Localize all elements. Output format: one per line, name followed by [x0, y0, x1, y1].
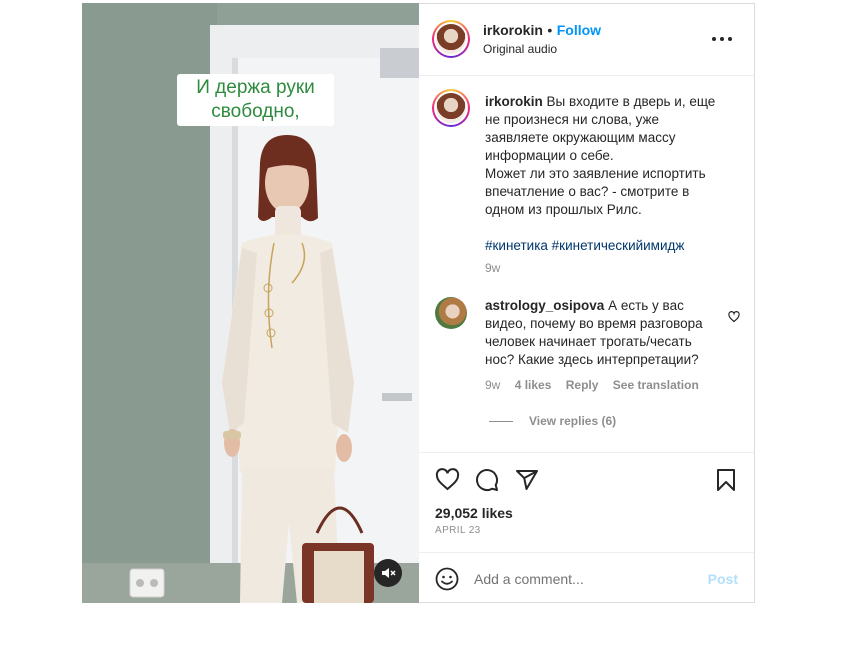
video-caption: И держа руки свободно, — [177, 74, 334, 126]
reel-video[interactable]: И держа руки свободно, — [82, 3, 419, 603]
comment-time: 9w — [485, 378, 501, 392]
likes-count[interactable]: 29,052 likes — [435, 505, 513, 521]
mute-button[interactable] — [374, 559, 402, 587]
caption-text-line: впечатление о вас? - смотрите в — [485, 184, 690, 199]
comment-text-line: А есть у вас — [608, 298, 684, 313]
caption-username[interactable]: irkorokin — [485, 94, 543, 109]
caption-text-line: Вы входите в дверь и, еще — [546, 94, 716, 109]
action-bar: 29,052 likes APRIL 23 — [419, 452, 754, 553]
like-heart-icon[interactable] — [435, 468, 460, 492]
caption-line-2: свободно, — [211, 101, 300, 122]
speaker-muted-icon — [382, 568, 396, 578]
comment-text-line: нос? Какие здесь интерпретации? — [485, 352, 699, 367]
audio-label[interactable]: Original audio — [483, 42, 557, 56]
commenter-avatar[interactable] — [435, 297, 467, 329]
caption-text-line: Может ли это заявление испортить — [485, 166, 706, 181]
caption-avatar[interactable] — [432, 89, 470, 127]
comment-text-line: видео, почему во время разговора — [485, 316, 703, 331]
post-caption: irkorokin Вы входите в дверь и, еще не п… — [485, 93, 721, 277]
add-comment-bar: Post — [419, 552, 754, 605]
follow-button[interactable]: Follow — [557, 22, 601, 38]
comment-text-line: человек начинает трогать/чесать — [485, 334, 692, 349]
comment-like-icon[interactable] — [728, 311, 740, 323]
comment-body: astrology_osipova А есть у вас видео, по… — [485, 297, 721, 394]
save-bookmark-icon[interactable] — [715, 468, 737, 492]
see-translation-button[interactable]: See translation — [613, 378, 699, 392]
caption-text-line: заявляете окружающим массу — [485, 130, 676, 145]
post-panel: irkorokin • Follow Original audio irkoro… — [419, 3, 755, 603]
emoji-icon[interactable] — [435, 567, 459, 591]
post-date[interactable]: APRIL 23 — [435, 525, 481, 536]
caption-text-line: информации о себе. — [485, 148, 614, 163]
share-icon[interactable] — [515, 468, 539, 492]
caption-time: 9w — [485, 261, 501, 275]
caption-line-1: И держа руки — [196, 77, 315, 98]
view-replies-label: View replies (6) — [529, 414, 617, 428]
more-options-button[interactable] — [712, 31, 736, 47]
avatar[interactable] — [432, 20, 470, 58]
hashtag-link[interactable]: #кинетика — [485, 238, 548, 253]
post-comment-button[interactable]: Post — [708, 571, 738, 587]
view-replies-button[interactable]: View replies (6) — [489, 414, 616, 428]
author-username[interactable]: irkorokin — [483, 22, 543, 38]
comment-icon[interactable] — [475, 468, 499, 492]
reply-button[interactable]: Reply — [566, 378, 599, 392]
separator-dot: • — [547, 22, 553, 38]
comments-section: irkorokin Вы входите в дверь и, еще не п… — [419, 76, 754, 452]
hashtag-link[interactable]: #кинетическийимидж — [552, 238, 685, 253]
replies-divider — [489, 421, 513, 423]
caption-text-line: не произнеся ни слова, уже — [485, 112, 660, 127]
comment-input[interactable] — [474, 567, 694, 591]
commenter-username[interactable]: astrology_osipova — [485, 298, 604, 313]
comment-likes[interactable]: 4 likes — [515, 378, 552, 392]
post-header: irkorokin • Follow Original audio — [419, 4, 754, 76]
caption-text-line: одном из прошлых Рилс. — [485, 202, 642, 217]
